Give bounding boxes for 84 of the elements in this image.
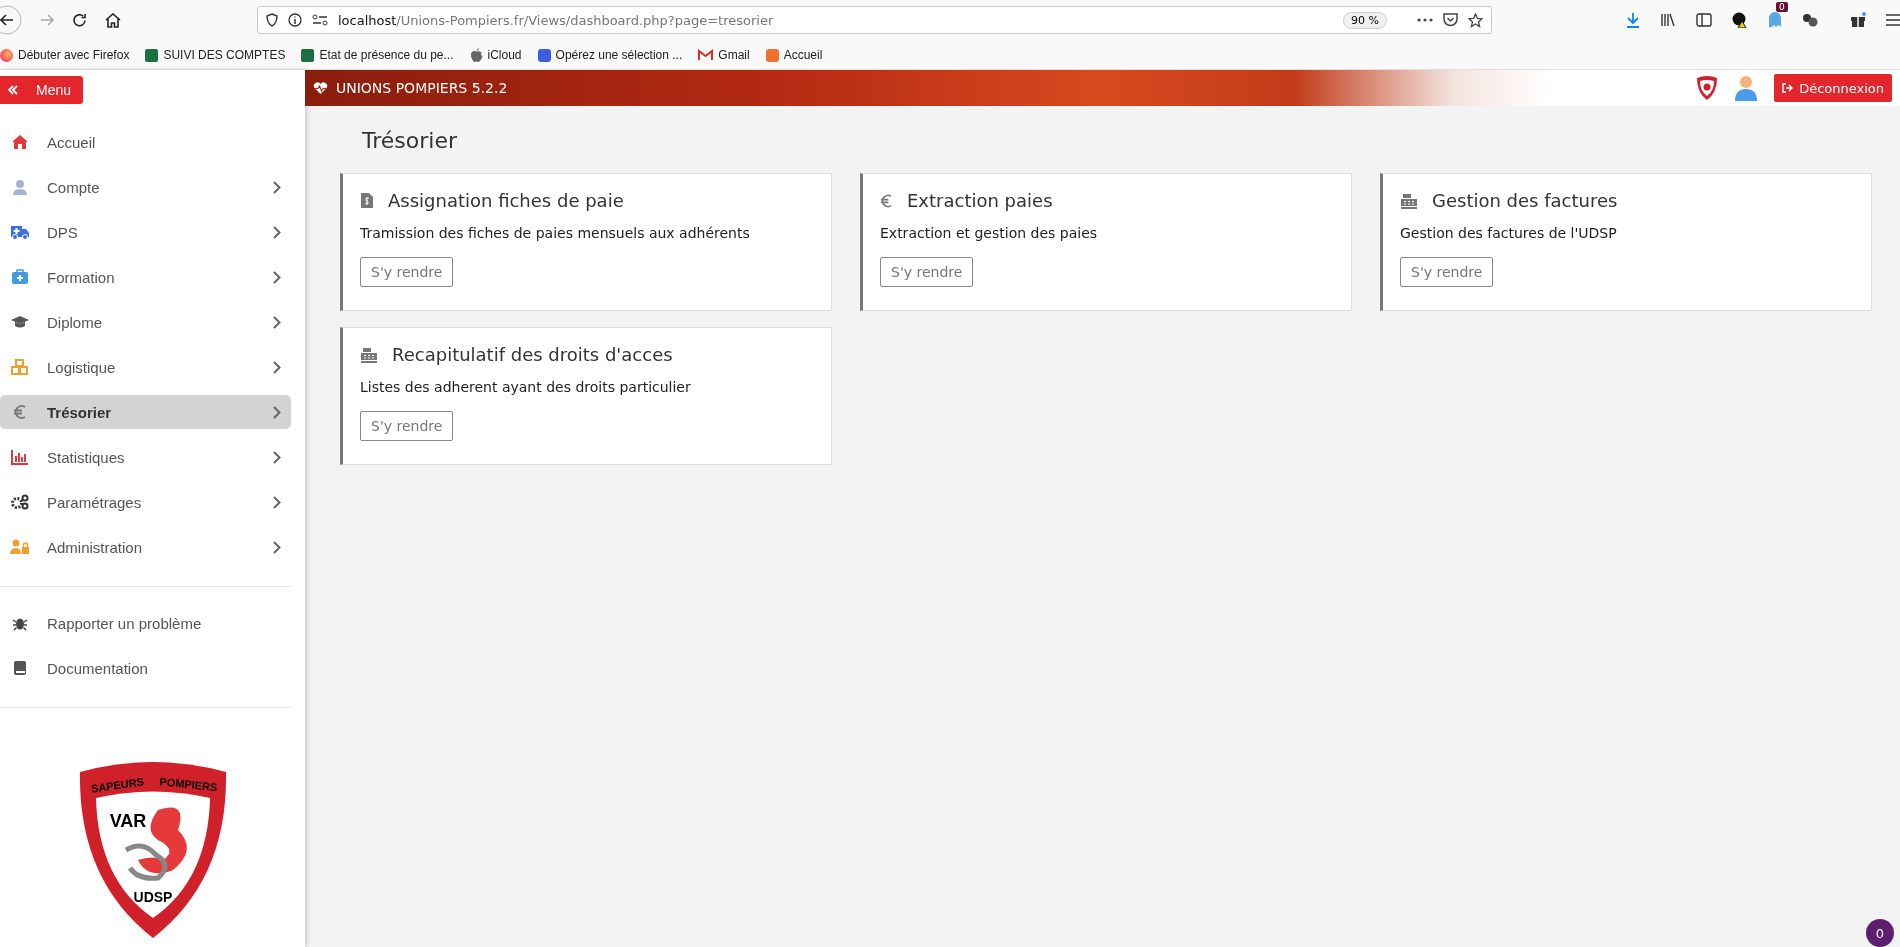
users-lock-icon xyxy=(10,539,30,555)
library-icon[interactable] xyxy=(1660,13,1676,27)
bar-chart-icon xyxy=(11,449,29,465)
sidebar-item[interactable]: Compte xyxy=(0,170,291,204)
page-title: Trésorier xyxy=(362,128,458,153)
cash-register-icon xyxy=(1400,192,1418,209)
sidebar-item[interactable]: Trésorier xyxy=(0,395,291,429)
bookmark-link[interactable]: Gmail xyxy=(698,48,750,62)
sidebar-item[interactable]: Formation xyxy=(0,260,291,294)
euro-icon xyxy=(13,404,27,420)
more-icon[interactable] xyxy=(1417,18,1433,22)
graduation-cap-icon xyxy=(10,315,30,329)
shield-icon xyxy=(266,13,278,27)
go-button[interactable]: S'y rendre xyxy=(360,257,454,287)
apple-icon xyxy=(469,48,483,62)
go-button[interactable]: S'y rendre xyxy=(880,257,974,287)
boxes-icon xyxy=(11,359,29,375)
gift-icon[interactable] xyxy=(1850,12,1866,28)
card-description: Tramission des fiches de paies mensuels aux adhérents xyxy=(360,225,751,241)
app-title: UNIONS POMPIERS 5.2.2 xyxy=(336,80,508,96)
bookmark-site-icon xyxy=(765,48,779,62)
reload-button[interactable] xyxy=(72,12,87,28)
sidebar-icon[interactable] xyxy=(1696,13,1712,27)
card-title: Extraction paies xyxy=(907,190,1053,211)
download-icon[interactable] xyxy=(1626,12,1640,28)
spreadsheet-icon xyxy=(145,48,159,62)
card-description: Listes des adherent ayant des droits particulier xyxy=(360,379,692,395)
heartbeat-icon xyxy=(313,81,328,95)
ambulance-icon xyxy=(10,224,30,240)
info-icon xyxy=(288,13,302,27)
bookmark-site-icon xyxy=(537,48,551,62)
medical-kit-icon xyxy=(11,269,29,285)
star-icon[interactable] xyxy=(1468,12,1483,28)
spheres-icon[interactable] xyxy=(1802,13,1818,27)
sign-out-icon xyxy=(1782,83,1794,93)
double-chevron-icon xyxy=(8,85,18,95)
go-button[interactable]: S'y rendre xyxy=(1400,257,1494,287)
bookmark-link[interactable]: iCloud xyxy=(469,48,522,62)
home-button[interactable] xyxy=(105,12,121,28)
logout-button[interactable]: Déconnexion xyxy=(1774,74,1892,102)
cash-register-icon xyxy=(360,346,378,363)
sidebar-item[interactable]: Administration xyxy=(0,530,291,564)
permissions-icon xyxy=(312,14,328,26)
sidebar-item[interactable]: Rapporter un problème xyxy=(0,606,291,640)
gears-icon xyxy=(10,494,30,510)
card-description: Extraction et gestion des paies xyxy=(880,225,1099,241)
card-title: Recapitulatif des droits d'acces xyxy=(392,344,673,365)
sidebar-item[interactable]: Paramétrages xyxy=(0,485,291,519)
sidebar-item[interactable]: Documentation xyxy=(0,651,291,685)
mail-icon xyxy=(698,49,714,61)
zoom-level[interactable]: 90 % xyxy=(1343,11,1387,29)
user-icon xyxy=(12,179,28,195)
card-title: Assignation fiches de paie xyxy=(388,190,624,211)
shield-icon xyxy=(1696,75,1719,101)
pocket-icon[interactable] xyxy=(1443,13,1458,27)
invoice-file-icon xyxy=(360,192,374,209)
card-title: Gestion des factures xyxy=(1432,190,1618,211)
shield-logo-drawing: SAPEURS POMPIERS VAR UDSP xyxy=(77,760,228,940)
back-button[interactable] xyxy=(0,5,22,35)
bookmark-link[interactable]: Opérez une sélection ... xyxy=(537,48,683,62)
bookmark-link[interactable]: Débuter avec Firefox xyxy=(0,48,130,62)
sidebar-item[interactable]: Statistiques xyxy=(0,440,291,474)
bookmark-link[interactable]: Accueil xyxy=(765,48,823,62)
extension-icon[interactable] xyxy=(1732,12,1748,28)
spreadsheet-icon xyxy=(301,48,315,62)
firefox-icon xyxy=(0,48,13,62)
url-text: localhost/Unions-Pompiers.fr/Views/dashboard.php?page=tresorier xyxy=(338,12,774,28)
bookmark-link[interactable]: Etat de présence du pe... xyxy=(301,48,454,62)
house-icon xyxy=(11,134,29,150)
card-description: Gestion des factures de l'UDSP xyxy=(1400,225,1618,241)
notification-badge: 0 xyxy=(1776,2,1788,12)
bookmark-link[interactable]: SUIVI DES COMPTES xyxy=(145,48,286,62)
sidebar-item[interactable]: Diplome xyxy=(0,305,291,339)
address-bar[interactable]: localhost/Unions-Pompiers.fr/Views/dashboard.php?page=tresorier 90 % xyxy=(257,6,1492,34)
book-icon xyxy=(13,660,27,676)
sidebar-item[interactable]: Accueil xyxy=(0,125,291,159)
go-button[interactable]: S'y rendre xyxy=(360,411,454,441)
menu-icon[interactable] xyxy=(1886,14,1900,26)
menu-button[interactable]: Menu xyxy=(0,76,83,104)
sidebar-item[interactable]: Logistique xyxy=(0,350,291,384)
user-avatar-icon[interactable] xyxy=(1734,75,1759,101)
chat-badge[interactable]: 0 xyxy=(1866,919,1894,947)
sidebar-item[interactable]: DPS xyxy=(0,215,291,249)
euro-icon xyxy=(880,192,893,209)
